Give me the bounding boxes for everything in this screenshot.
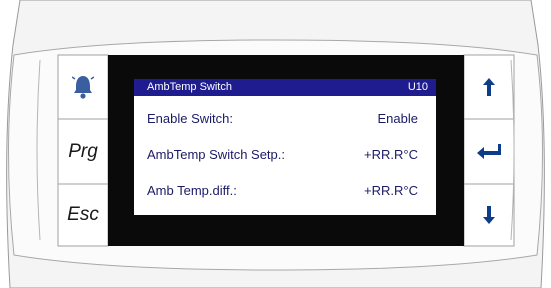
- esc-key-label: Esc: [67, 204, 99, 225]
- setting-value[interactable]: +RR.R°C: [364, 147, 418, 162]
- prg-key-label: Prg: [68, 140, 98, 162]
- arrow-down-icon: [483, 206, 495, 224]
- arrow-up-icon: [483, 78, 495, 96]
- setting-value[interactable]: +RR.R°C: [364, 183, 418, 198]
- esc-key[interactable]: Esc: [58, 184, 108, 246]
- setting-label: Amb Temp.diff.:: [147, 183, 237, 198]
- down-key[interactable]: [464, 184, 514, 246]
- screen-title: AmbTemp Switch: [147, 81, 232, 93]
- setting-value[interactable]: Enable: [378, 111, 418, 126]
- bell-icon: [72, 76, 94, 99]
- setting-label: AmbTemp Switch Setp.:: [147, 147, 285, 162]
- prg-key[interactable]: Prg: [58, 119, 108, 184]
- lcd-display: AmbTemp Switch U10 Enable Switch: Enable…: [134, 79, 436, 215]
- screen-title-bar: AmbTemp Switch U10: [134, 79, 436, 96]
- up-key[interactable]: [464, 55, 514, 119]
- alarm-key[interactable]: [58, 55, 108, 119]
- setting-label: Enable Switch:: [147, 111, 233, 126]
- enter-icon: [477, 143, 501, 159]
- enter-key[interactable]: [464, 119, 514, 184]
- screen-code: U10: [407, 81, 428, 93]
